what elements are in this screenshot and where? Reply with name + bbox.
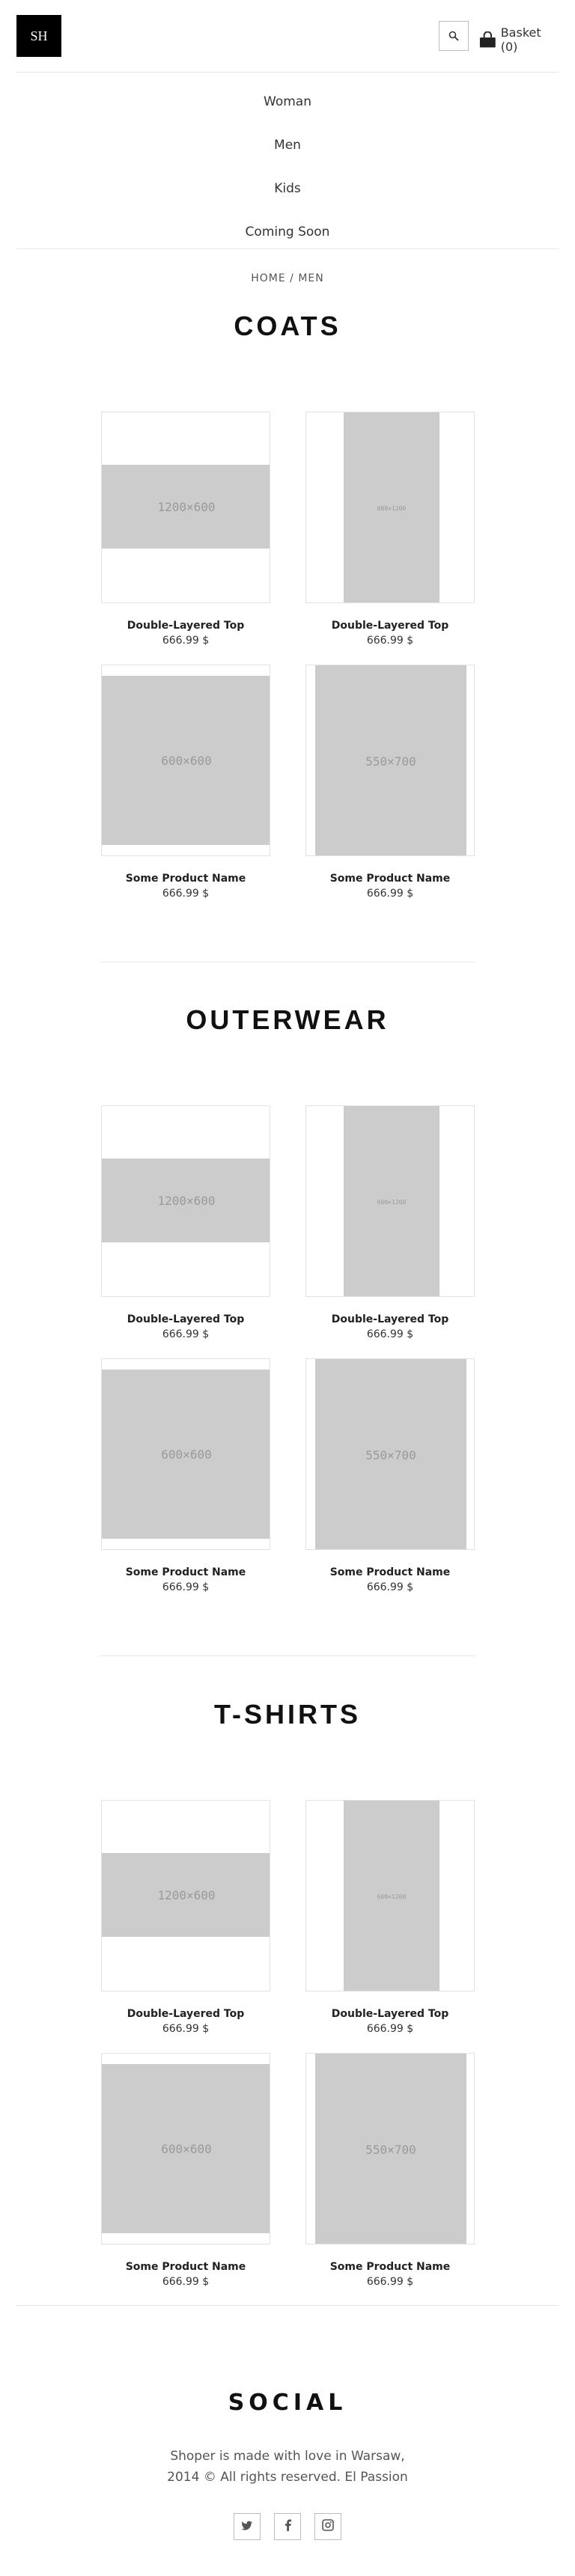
product-image-placeholder: 600×1200: [344, 1106, 439, 1296]
product-price: 666.99 $: [162, 635, 210, 647]
product-image-placeholder: 550×700: [315, 665, 466, 855]
product-card[interactable]: 1200×600 Double-Layered Top 666.99 $: [101, 1800, 281, 2035]
product-image-frame[interactable]: 600×600: [101, 1358, 270, 1550]
product-card[interactable]: 600×1200 Double-Layered Top 666.99 $: [305, 1800, 485, 2035]
logo[interactable]: SH: [16, 15, 61, 57]
footer-divider: [16, 2305, 559, 2306]
facebook-link[interactable]: [274, 2513, 301, 2540]
product-name[interactable]: Double-Layered Top: [305, 1313, 475, 1325]
section-divider: [100, 1655, 475, 1656]
product-card[interactable]: 550×700 Some Product Name 666.99 $: [305, 1358, 485, 1593]
product-image-frame[interactable]: 600×600: [101, 665, 270, 856]
product-image-placeholder: 600×600: [102, 1370, 270, 1539]
product-card[interactable]: 600×600 Some Product Name 666.99 $: [101, 2053, 281, 2288]
site-header: SH Basket (0): [16, 0, 559, 73]
product-image-frame[interactable]: 1200×600: [101, 412, 270, 603]
product-card[interactable]: 600×1200 Double-Layered Top 666.99 $: [305, 412, 485, 647]
twitter-icon: [241, 2520, 253, 2534]
product-card[interactable]: 1200×600 Double-Layered Top 666.99 $: [101, 412, 281, 647]
product-image-frame[interactable]: 550×700: [305, 665, 475, 856]
section-title-coats: COATS: [234, 311, 341, 341]
product-price: 666.99 $: [366, 2276, 414, 2288]
product-price: 666.99 $: [366, 2023, 414, 2035]
main-nav: Woman Men Kids Coming Soon: [16, 73, 559, 249]
basket-label: Basket (0): [500, 25, 541, 54]
product-name[interactable]: Some Product Name: [101, 1566, 270, 1578]
product-image-frame[interactable]: 1200×600: [101, 1800, 270, 1991]
social-icons: [0, 2513, 575, 2540]
product-price: 666.99 $: [162, 1328, 210, 1340]
product-card[interactable]: 600×600 Some Product Name 666.99 $: [101, 665, 281, 900]
product-image-frame[interactable]: 600×600: [101, 2053, 270, 2244]
product-image-frame[interactable]: 600×1200: [305, 1105, 475, 1297]
nav-item-men[interactable]: Men: [16, 123, 559, 167]
product-price: 666.99 $: [162, 1581, 210, 1593]
product-image-frame[interactable]: 1200×600: [101, 1105, 270, 1297]
product-price: 666.99 $: [366, 1581, 414, 1593]
product-image-placeholder: 600×1200: [344, 412, 439, 602]
product-name[interactable]: Double-Layered Top: [101, 620, 270, 632]
footer-line-2: 2014 © All rights reserved. El Passion: [167, 2470, 408, 2485]
breadcrumb: HOME / MEN: [251, 272, 324, 284]
section-title-outerwear: OUTERWEAR: [186, 1004, 389, 1035]
nav-item-coming-soon[interactable]: Coming Soon: [16, 210, 559, 254]
social-title: SOCIAL: [228, 2390, 347, 2416]
instagram-icon: [322, 2519, 334, 2534]
product-card[interactable]: 550×700 Some Product Name 666.99 $: [305, 2053, 485, 2288]
product-image-placeholder: 600×1200: [344, 1801, 439, 1991]
product-card[interactable]: 1200×600 Double-Layered Top 666.99 $: [101, 1105, 281, 1340]
product-price: 666.99 $: [366, 635, 414, 647]
instagram-link[interactable]: [314, 2513, 341, 2540]
product-name[interactable]: Double-Layered Top: [101, 2008, 270, 2020]
twitter-link[interactable]: [234, 2513, 261, 2540]
product-image-frame[interactable]: 550×700: [305, 1358, 475, 1550]
footer-line-1: Shoper is made with love in Warsaw,: [170, 2449, 405, 2464]
product-card[interactable]: 550×700 Some Product Name 666.99 $: [305, 665, 485, 900]
product-price: 666.99 $: [366, 888, 414, 900]
product-name[interactable]: Some Product Name: [101, 873, 270, 885]
nav-item-woman[interactable]: Woman: [16, 80, 559, 123]
product-name[interactable]: Double-Layered Top: [305, 620, 475, 632]
product-image-placeholder: 1200×600: [102, 1853, 270, 1937]
product-image-placeholder: 1200×600: [102, 465, 270, 549]
product-name[interactable]: Some Product Name: [101, 2261, 270, 2273]
product-card[interactable]: 600×600 Some Product Name 666.99 $: [101, 1358, 281, 1593]
product-name[interactable]: Some Product Name: [305, 873, 475, 885]
basket-link[interactable]: Basket (0): [479, 25, 559, 54]
shopping-bag-icon: [479, 31, 496, 48]
product-image-frame[interactable]: 550×700: [305, 2053, 475, 2244]
product-price: 666.99 $: [162, 2023, 210, 2035]
product-name[interactable]: Double-Layered Top: [305, 2008, 475, 2020]
product-card[interactable]: 600×1200 Double-Layered Top 666.99 $: [305, 1105, 485, 1340]
footer-text: Shoper is made with love in Warsaw, 2014…: [0, 2446, 575, 2488]
product-price: 666.99 $: [366, 1328, 414, 1340]
section-title-t-shirts: T-SHIRTS: [213, 1699, 361, 1730]
product-image-placeholder: 1200×600: [102, 1159, 270, 1242]
product-image-frame[interactable]: 600×1200: [305, 1800, 475, 1991]
product-name[interactable]: Double-Layered Top: [101, 1313, 270, 1325]
product-image-placeholder: 600×600: [102, 676, 270, 845]
product-price: 666.99 $: [162, 2276, 210, 2288]
search-icon: [448, 31, 459, 41]
nav-item-kids[interactable]: Kids: [16, 167, 559, 210]
product-name[interactable]: Some Product Name: [305, 1566, 475, 1578]
product-image-placeholder: 550×700: [315, 1359, 466, 1549]
search-button[interactable]: [439, 21, 469, 51]
product-price: 666.99 $: [162, 888, 210, 900]
product-image-placeholder: 550×700: [315, 2054, 466, 2244]
product-image-frame[interactable]: 600×1200: [305, 412, 475, 603]
product-image-placeholder: 600×600: [102, 2064, 270, 2233]
product-name[interactable]: Some Product Name: [305, 2261, 475, 2273]
facebook-icon: [285, 2519, 291, 2534]
